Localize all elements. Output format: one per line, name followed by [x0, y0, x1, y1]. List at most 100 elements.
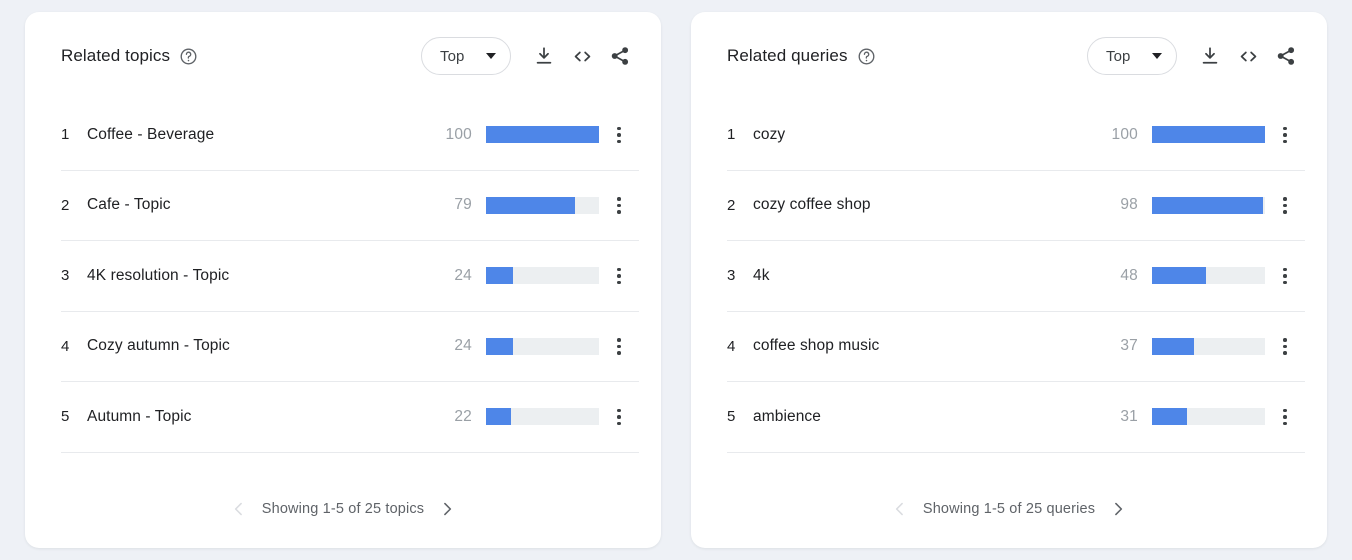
row-value: 24	[454, 337, 472, 355]
embed-button[interactable]	[1229, 37, 1267, 75]
table-row[interactable]: 2 cozy coffee shop 98	[727, 171, 1305, 241]
row-rank: 3	[61, 267, 70, 285]
row-more-menu-button[interactable]	[1265, 326, 1305, 366]
row-bar-track	[486, 126, 599, 144]
row-label[interactable]: coffee shop music	[753, 337, 1104, 355]
chevron-right-icon	[1108, 499, 1128, 519]
card-title-group: Related queries	[727, 46, 1087, 66]
row-value: 100	[445, 125, 472, 143]
row-bar-fill	[1152, 196, 1263, 214]
row-more-menu-button[interactable]	[599, 397, 639, 437]
row-more-menu-button[interactable]	[599, 115, 639, 155]
row-value: 31	[1120, 407, 1138, 425]
row-bar-fill	[1152, 126, 1265, 144]
row-label[interactable]: Cafe - Topic	[87, 196, 438, 214]
table-row[interactable]: 4 coffee shop music 37	[727, 312, 1305, 382]
row-rank: 4	[727, 337, 736, 355]
sort-select[interactable]: Top	[421, 37, 511, 75]
row-rank: 5	[61, 408, 70, 426]
pagination-status: Showing 1-5 of 25 queries	[922, 501, 1096, 517]
row-bar-track	[1152, 126, 1265, 144]
row-bar-fill	[1152, 267, 1207, 285]
card-toolbar: Top	[1087, 37, 1305, 75]
share-icon	[1275, 45, 1297, 67]
card-header: Related queries Top	[691, 12, 1327, 100]
code-embed-icon	[1237, 45, 1260, 68]
help-circle-icon[interactable]	[857, 47, 876, 66]
row-bar-fill	[1152, 337, 1194, 355]
rows-list: 1 Coffee - Beverage 100 2 Cafe - Topic 79 3 4K …	[25, 100, 661, 470]
row-bar-fill	[486, 408, 511, 426]
code-embed-icon	[571, 45, 594, 68]
row-label[interactable]: Cozy autumn - Topic	[87, 337, 438, 355]
download-button[interactable]	[1191, 37, 1229, 75]
table-row[interactable]: 5 Autumn - Topic 22	[61, 382, 639, 453]
row-bar-track	[1152, 337, 1265, 355]
row-label[interactable]: ambience	[753, 408, 1104, 426]
row-more-menu-button[interactable]	[1265, 397, 1305, 437]
row-value: 48	[1120, 266, 1138, 284]
row-label[interactable]: 4k	[753, 267, 1104, 285]
row-label[interactable]: Autumn - Topic	[87, 408, 438, 426]
row-rank: 1	[61, 126, 70, 144]
sort-select-value: Top	[1106, 47, 1131, 65]
row-label[interactable]: cozy coffee shop	[753, 196, 1104, 214]
share-button[interactable]	[601, 37, 639, 75]
download-icon	[1199, 45, 1221, 67]
card-footer: Showing 1-5 of 25 topics	[25, 470, 661, 548]
table-row[interactable]: 4 Cozy autumn - Topic 24	[61, 312, 639, 382]
help-circle-icon[interactable]	[179, 47, 198, 66]
row-more-menu-button[interactable]	[1265, 185, 1305, 225]
share-button[interactable]	[1267, 37, 1305, 75]
table-row[interactable]: 2 Cafe - Topic 79	[61, 171, 639, 241]
table-row[interactable]: 3 4K resolution - Topic 24	[61, 241, 639, 312]
row-label[interactable]: cozy	[753, 126, 1104, 144]
row-label[interactable]: Coffee - Beverage	[87, 126, 438, 144]
embed-button[interactable]	[563, 37, 601, 75]
pagination-status: Showing 1-5 of 25 topics	[261, 501, 425, 517]
card-title-group: Related topics	[61, 46, 421, 66]
chevron-left-icon	[229, 499, 249, 519]
row-bar-fill	[486, 126, 599, 144]
row-value: 100	[1111, 125, 1138, 143]
table-row[interactable]: 1 cozy 100	[727, 100, 1305, 171]
chevron-left-icon	[890, 499, 910, 519]
pagination-next-button[interactable]	[1101, 492, 1135, 526]
related-card-0: Related topics Top 1 Coffee - Beverage 100 2 C…	[25, 12, 661, 548]
row-bar-fill	[1152, 408, 1188, 426]
row-more-menu-button[interactable]	[599, 256, 639, 296]
row-value: 24	[454, 266, 472, 284]
row-rank: 2	[61, 196, 70, 214]
pagination-next-button[interactable]	[430, 492, 464, 526]
row-label[interactable]: 4K resolution - Topic	[87, 267, 438, 285]
row-more-menu-button[interactable]	[1265, 115, 1305, 155]
row-bar-fill	[486, 267, 514, 285]
pagination-prev-button	[222, 492, 256, 526]
table-row[interactable]: 1 Coffee - Beverage 100	[61, 100, 639, 171]
page-title: Related topics	[61, 46, 171, 65]
row-rank: 2	[727, 196, 736, 214]
card-footer: Showing 1-5 of 25 queries	[691, 470, 1327, 548]
row-more-menu-button[interactable]	[599, 185, 639, 225]
related-card-1: Related queries Top 1 cozy 100 2 cozy coffee s…	[691, 12, 1327, 548]
table-row[interactable]: 3 4k 48	[727, 241, 1305, 312]
row-bar-track	[1152, 267, 1265, 285]
row-more-menu-button[interactable]	[599, 326, 639, 366]
row-rank: 1	[727, 126, 736, 144]
row-more-menu-button[interactable]	[1265, 256, 1305, 296]
sort-select[interactable]: Top	[1087, 37, 1177, 75]
related-panels-board: Related topics Top 1 Coffee - Beverage 100 2 C…	[0, 0, 1352, 560]
row-bar-track	[1152, 196, 1265, 214]
row-value: 79	[454, 196, 472, 214]
page-title: Related queries	[727, 46, 848, 65]
row-bar-fill	[486, 196, 576, 214]
table-row[interactable]: 5 ambience 31	[727, 382, 1305, 453]
download-icon	[533, 45, 555, 67]
row-value: 22	[454, 407, 472, 425]
row-value: 98	[1120, 196, 1138, 214]
download-button[interactable]	[525, 37, 563, 75]
share-icon	[609, 45, 631, 67]
row-bar-track	[486, 196, 599, 214]
pagination-prev-button	[883, 492, 917, 526]
row-bar-track	[486, 267, 599, 285]
